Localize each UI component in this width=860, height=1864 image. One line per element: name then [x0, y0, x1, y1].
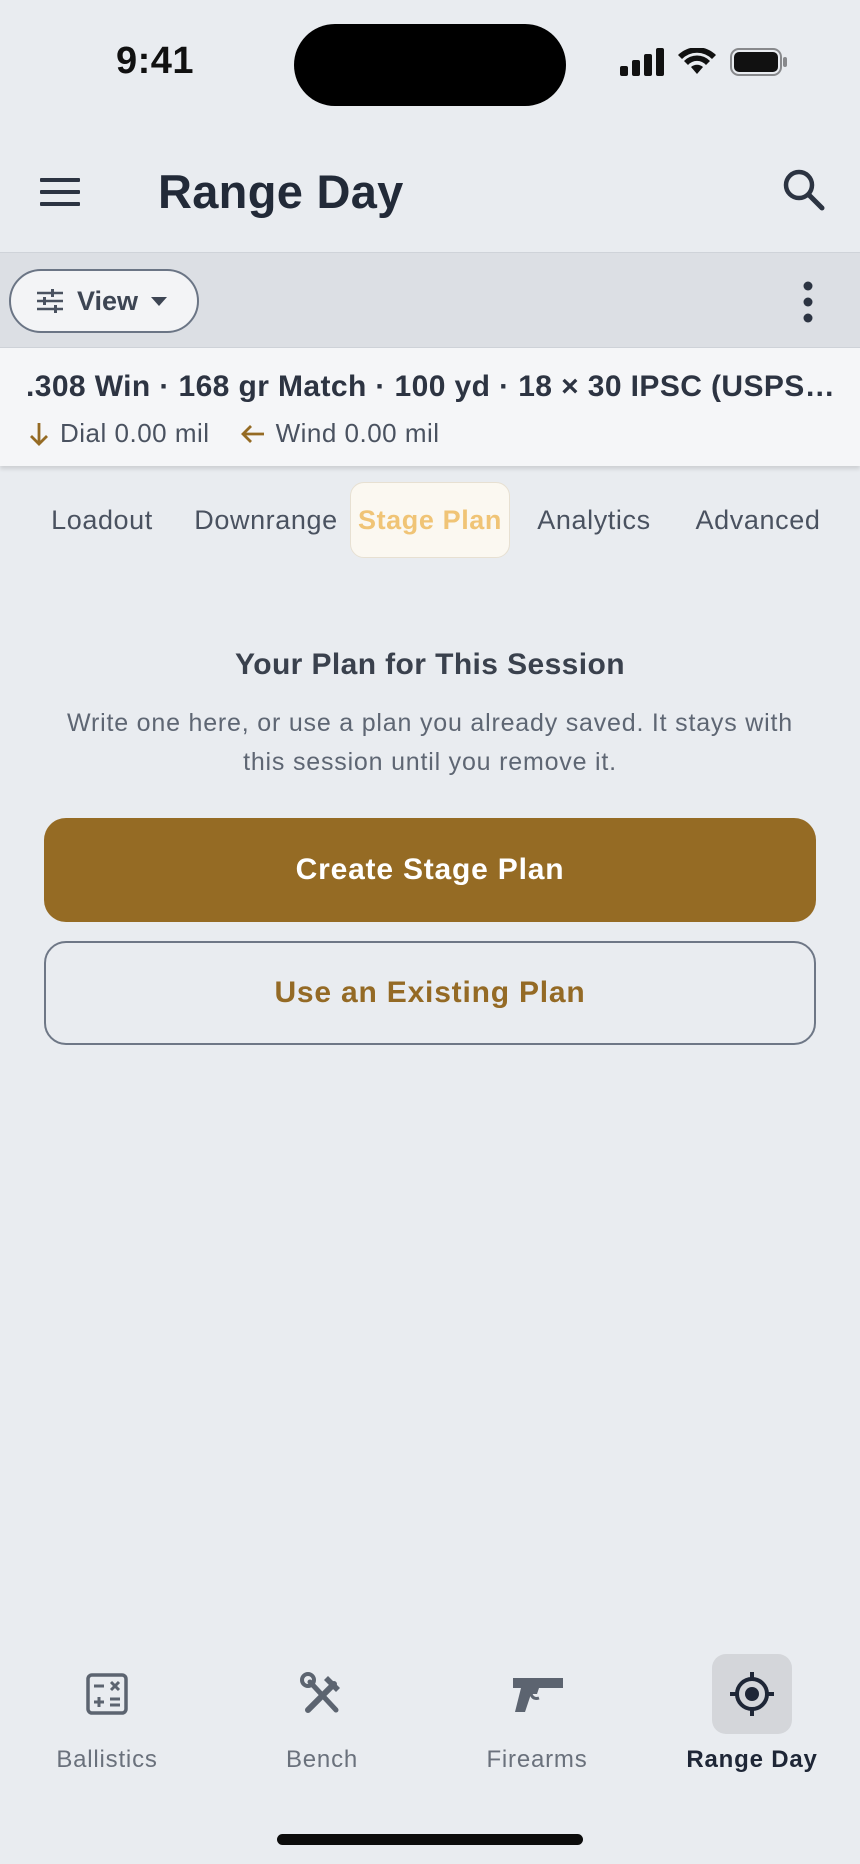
dynamic-island — [294, 24, 566, 106]
bottom-nav: Ballistics Bench Firearms Range Day — [0, 1640, 860, 1780]
caret-down-icon — [151, 297, 168, 306]
app-bar: Range Day — [0, 128, 860, 252]
nav-ballistics[interactable]: Ballistics — [12, 1654, 202, 1774]
load-summary: .308 Win · 168 gr Match · 100 yd · 18 × … — [26, 370, 836, 403]
home-indicator — [277, 1834, 583, 1845]
dial-chip: Dial 0.00 mil — [28, 418, 210, 449]
use-existing-plan-button[interactable]: Use an Existing Plan — [44, 941, 816, 1045]
battery-icon — [730, 48, 787, 76]
sliders-icon — [37, 289, 63, 313]
nav-icon-wrap — [67, 1654, 147, 1734]
dial-value: Dial 0.00 mil — [60, 418, 210, 448]
page-title: Range Day — [158, 165, 404, 218]
nav-firearms[interactable]: Firearms — [442, 1654, 632, 1774]
tab-loadout[interactable]: Loadout — [30, 482, 174, 558]
wind-value: Wind 0.00 mil — [275, 418, 440, 448]
more-options-button[interactable] — [798, 281, 818, 323]
nav-label: Ballistics — [56, 1746, 158, 1773]
crosshair-icon — [730, 1672, 774, 1716]
create-stage-plan-button[interactable]: Create Stage Plan — [44, 818, 816, 922]
view-button[interactable]: View — [9, 269, 199, 333]
search-icon — [783, 169, 825, 211]
status-bar: 9:41 — [0, 0, 860, 128]
menu-button[interactable] — [36, 168, 84, 216]
status-icons — [620, 48, 788, 76]
view-label: View — [77, 285, 139, 316]
search-button[interactable] — [778, 164, 830, 216]
wifi-icon — [678, 48, 716, 74]
tab-bar: Loadout Downrange Stage Plan Analytics A… — [0, 478, 860, 560]
calculator-icon — [86, 1673, 128, 1715]
session-summary[interactable]: .308 Win · 168 gr Match · 100 yd · 18 × … — [0, 348, 860, 466]
status-time: 9:41 — [116, 40, 195, 82]
tab-advanced[interactable]: Advanced — [680, 482, 836, 558]
nav-icon-wrap — [282, 1654, 362, 1734]
wind-chip: Wind 0.00 mil — [240, 418, 440, 449]
nav-bench[interactable]: Bench — [227, 1654, 417, 1774]
more-vert-icon — [803, 281, 813, 323]
arrow-down-icon — [30, 422, 48, 446]
nav-icon-wrap — [712, 1654, 792, 1734]
nav-label: Range Day — [686, 1746, 818, 1773]
toolbar: View — [0, 252, 860, 348]
tab-stage-plan[interactable]: Stage Plan — [350, 482, 510, 558]
tab-downrange[interactable]: Downrange — [186, 482, 346, 558]
nav-label: Bench — [285, 1746, 359, 1773]
plan-heading: Your Plan for This Session — [235, 648, 625, 681]
hamburger-icon — [40, 178, 80, 206]
pistol-icon — [513, 1678, 563, 1712]
signal-icon — [620, 48, 664, 76]
plan-description: Write one here, or use a plan you alread… — [67, 709, 793, 776]
correction-summary: Dial 0.00 mil Wind 0.00 mil — [28, 418, 470, 449]
tools-icon — [300, 1672, 340, 1713]
arrow-left-icon — [240, 424, 264, 443]
nav-label: Firearms — [486, 1746, 588, 1773]
tab-analytics[interactable]: Analytics — [526, 482, 662, 558]
nav-range-day[interactable]: Range Day — [657, 1654, 847, 1774]
nav-icon-wrap — [497, 1654, 577, 1734]
